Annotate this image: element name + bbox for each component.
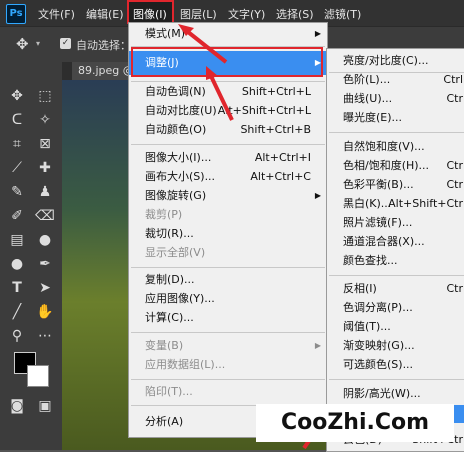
- menu-separator: [131, 81, 325, 82]
- menu-item-exposure[interactable]: 曝光度(E)...: [327, 109, 464, 127]
- screen-mode-icon[interactable]: ▣: [34, 396, 56, 416]
- menu-item-variables: 变量(B) ▶: [129, 337, 327, 355]
- menu-item-color-lookup[interactable]: 颜色查找...: [327, 252, 464, 270]
- magic-wand-icon[interactable]: ✧: [34, 110, 56, 130]
- menu-image-label: 图像(I): [133, 8, 167, 21]
- menu-item-mode[interactable]: 模式(M) ▶: [129, 25, 327, 43]
- type-tool-icon[interactable]: T: [6, 278, 28, 298]
- menu-item-black-white[interactable]: 黑白(K)... Alt+Shift+Ctr: [327, 195, 464, 213]
- menu-item-auto-color[interactable]: 自动颜色(O) Shift+Ctrl+B: [129, 121, 327, 139]
- eraser-icon[interactable]: ⌫: [34, 206, 56, 226]
- chevron-down-icon[interactable]: ▾: [36, 39, 40, 48]
- image-menu-dropdown: 模式(M) ▶ 调整(J) ▶ 自动色调(N) Shift+Ctrl+L 自动对比度(…: [128, 22, 328, 438]
- menu-separator: [131, 379, 325, 380]
- hand-icon[interactable]: ✋: [34, 302, 56, 322]
- watermark: CooZhi.Com: [256, 404, 454, 442]
- menu-item-auto-tone[interactable]: 自动色调(N) Shift+Ctrl+L: [129, 83, 327, 101]
- menu-separator: [329, 132, 464, 133]
- annotation-highlight-box: [131, 47, 323, 77]
- dodge-icon[interactable]: ●: [6, 254, 28, 274]
- menu-item-invert[interactable]: 反相(I) Ctr: [327, 280, 464, 298]
- menu-item-auto-contrast[interactable]: 自动对比度(U) Alt+Shift+Ctrl+L: [129, 102, 327, 120]
- menu-select[interactable]: 选择(S): [276, 6, 314, 22]
- menu-item-curves[interactable]: 曲线(U)... Ctr: [327, 90, 464, 108]
- menu-item-gradient-map[interactable]: 渐变映射(G)...: [327, 337, 464, 355]
- menu-item-apply-data-set: 应用数据组(L)...: [145, 358, 226, 371]
- menu-type[interactable]: 文字(Y): [228, 6, 265, 22]
- submenu-arrow-icon: ▶: [314, 29, 321, 38]
- zoom-icon[interactable]: ⚲: [6, 326, 28, 346]
- menu-item-threshold[interactable]: 阈值(T)...: [327, 318, 464, 336]
- menu-item-crop: 裁剪(P): [145, 208, 183, 221]
- lasso-icon[interactable]: ᑕ: [6, 110, 28, 130]
- gradient-icon[interactable]: ▤: [6, 230, 28, 250]
- adjustments-submenu: 亮度/对比度(C)... 色阶(L)... Ctrl 曲线(U)... Ctr 曝光…: [326, 48, 464, 452]
- menu-separator: [329, 379, 464, 380]
- menu-item-reveal-all: 显示全部(V): [145, 246, 206, 259]
- history-brush-icon[interactable]: ✐: [6, 206, 28, 226]
- menu-separator: [131, 332, 325, 333]
- menu-item-trap: 陷印(T)...: [145, 385, 193, 398]
- menu-image[interactable]: 图像(I): [127, 0, 174, 24]
- brush-icon[interactable]: ✎: [6, 182, 28, 202]
- menu-item-trim[interactable]: 裁切(R)...: [129, 225, 327, 243]
- toolbox: ✥ ⬚ ᑕ ✧ ⌗ ⊠ ⟋ ✚ ✎ ♟ ✐ ⌫ ▤ ● ● ✒ T ➤ ╱ ✋ …: [0, 62, 62, 450]
- menu-item-levels[interactable]: 色阶(L)... Ctrl: [327, 71, 464, 89]
- shape-icon[interactable]: ╱: [6, 302, 28, 322]
- menu-separator: [131, 144, 325, 145]
- menu-item-duplicate[interactable]: 复制(D)...: [129, 271, 327, 289]
- menu-filter[interactable]: 滤镜(T): [324, 6, 361, 22]
- submenu-arrow-icon: ▶: [314, 191, 321, 200]
- path-select-icon[interactable]: ➤: [34, 278, 56, 298]
- menu-item-posterize[interactable]: 色调分离(P)...: [327, 299, 464, 317]
- crop-icon[interactable]: ⌗: [6, 134, 28, 154]
- menu-file[interactable]: 文件(F): [38, 6, 75, 22]
- eyedropper-icon[interactable]: ⟋: [6, 158, 28, 178]
- photoshop-logo: Ps: [6, 4, 26, 24]
- menu-item-hue-saturation[interactable]: 色相/饱和度(H)... Ctr: [327, 157, 464, 175]
- more-tools-icon[interactable]: ⋯: [34, 326, 56, 346]
- stamp-icon[interactable]: ♟: [34, 182, 56, 202]
- background-color-swatch[interactable]: [27, 365, 49, 387]
- menu-item-photo-filter[interactable]: 照片滤镜(F)...: [327, 214, 464, 232]
- menu-item-image-size[interactable]: 图像大小(I)... Alt+Ctrl+I: [129, 149, 327, 167]
- blur-icon[interactable]: ●: [34, 230, 56, 250]
- menu-layer[interactable]: 图层(L): [180, 6, 217, 22]
- menu-edit[interactable]: 编辑(E): [86, 6, 124, 22]
- menu-item-channel-mixer[interactable]: 通道混合器(X)...: [327, 233, 464, 251]
- auto-select-label: 自动选择：: [76, 39, 131, 52]
- menu-item-apply-image[interactable]: 应用图像(Y)...: [129, 290, 327, 308]
- menu-item-selective-color[interactable]: 可选颜色(S)...: [327, 356, 464, 374]
- menu-separator: [131, 267, 325, 268]
- marquee-icon[interactable]: ⬚: [34, 86, 56, 106]
- frame-icon[interactable]: ⊠: [34, 134, 56, 154]
- menu-item-shadows-highlights[interactable]: 阴影/高光(W)...: [327, 385, 464, 403]
- healing-brush-icon[interactable]: ✚: [34, 158, 56, 178]
- menu-item-calculations[interactable]: 计算(C)...: [129, 309, 327, 327]
- auto-select-checkbox[interactable]: ✓: [60, 38, 71, 49]
- menu-item-brightness-contrast[interactable]: 亮度/对比度(C)...: [327, 52, 464, 70]
- quick-mask-icon[interactable]: ◙: [6, 396, 28, 416]
- move-tool-icon[interactable]: ✥: [16, 35, 29, 53]
- menu-item-color-balance[interactable]: 色彩平衡(B)... Ctr: [327, 176, 464, 194]
- menu-item-canvas-size[interactable]: 画布大小(S)... Alt+Ctrl+C: [129, 168, 327, 186]
- pen-icon[interactable]: ✒: [34, 254, 56, 274]
- move-icon[interactable]: ✥: [6, 86, 28, 106]
- menu-item-image-rotation[interactable]: 图像旋转(G) ▶: [129, 187, 327, 205]
- menu-item-vibrance[interactable]: 自然饱和度(V)...: [327, 138, 464, 156]
- submenu-arrow-icon: ▶: [314, 341, 321, 350]
- menu-separator: [329, 275, 464, 276]
